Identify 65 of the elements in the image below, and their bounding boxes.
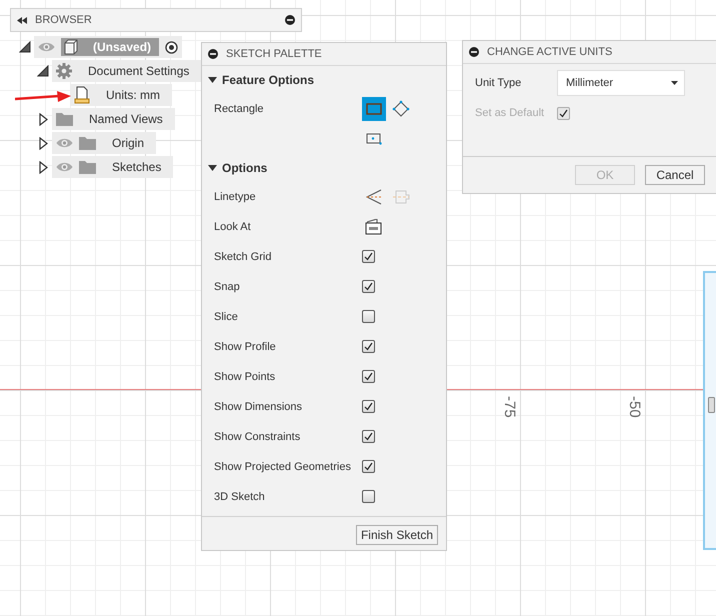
annotation-arrow <box>15 91 71 103</box>
gear-icon <box>56 63 72 79</box>
field-label: Set as Default <box>475 107 546 119</box>
construction-line-icon <box>365 189 383 205</box>
checkbox[interactable] <box>362 400 375 413</box>
option-label: Show Constraints <box>214 430 302 445</box>
checkbox[interactable] <box>362 310 375 323</box>
option-label: Look At <box>214 220 252 235</box>
folder-icon <box>79 160 96 174</box>
option-label: Snap <box>214 280 241 295</box>
tree-item[interactable]: Named Views <box>52 108 175 130</box>
checkbox[interactable] <box>362 340 375 353</box>
tree-item[interactable]: Units: mm <box>70 84 172 106</box>
two-point-rectangle-icon <box>366 103 382 115</box>
option-label: Slice <box>214 310 239 325</box>
radio-icon[interactable] <box>165 40 178 54</box>
option-label: Show Dimensions <box>214 400 304 415</box>
checkbox[interactable] <box>362 490 375 503</box>
option-label: Linetype <box>214 190 257 205</box>
cube-icon <box>63 39 79 55</box>
checkbox[interactable] <box>362 250 375 263</box>
option-label: Sketch Grid <box>214 250 272 265</box>
field-label: Unit Type <box>475 77 522 89</box>
option-label: 3D Sketch <box>214 490 266 505</box>
axis-label: -50 <box>626 396 643 418</box>
tree-item[interactable]: Origin <box>52 132 156 154</box>
double-left-arrow-icon[interactable] <box>17 16 27 24</box>
section-title[interactable]: Options <box>222 161 268 175</box>
checkbox[interactable] <box>362 370 375 383</box>
dimension-icon <box>708 397 715 413</box>
panel-title: SKETCH PALETTE <box>226 48 322 60</box>
collapse-icon[interactable] <box>469 47 479 57</box>
collapse-icon[interactable] <box>208 49 218 59</box>
diamond-icon <box>392 100 410 118</box>
browser-header: BROWSER <box>10 8 302 32</box>
collapsed-triangle-icon[interactable] <box>38 160 48 174</box>
dropdown-caret-icon <box>671 81 678 85</box>
dialog-title: CHANGE ACTIVE UNITS <box>487 46 612 58</box>
axis-label: -75 <box>501 396 518 418</box>
expanded-triangle-icon[interactable] <box>19 41 31 53</box>
document-ruler-icon <box>74 86 90 104</box>
option-label: Rectangle <box>214 102 265 117</box>
folder-icon <box>56 112 73 126</box>
three-point-rectangle-icon <box>366 133 382 145</box>
checkbox[interactable] <box>362 430 375 443</box>
option-label: Show Profile <box>214 340 277 355</box>
finish-sketch-button[interactable]: Finish Sketch <box>356 525 438 545</box>
collapsed-triangle-icon[interactable] <box>38 136 48 150</box>
tree-item[interactable]: Sketches <box>52 156 174 178</box>
option-label: Show Points <box>214 370 276 385</box>
unit-type-dropdown[interactable]: Millimeter <box>557 70 685 96</box>
folder-icon <box>79 136 96 150</box>
option-label: Show Projected Geometries <box>214 460 352 475</box>
dialog-button[interactable]: Cancel <box>645 165 705 185</box>
section-title[interactable]: Feature Options <box>222 73 314 87</box>
caret-down-icon[interactable] <box>208 165 217 171</box>
checkbox[interactable] <box>362 280 375 293</box>
collapsed-triangle-icon[interactable] <box>38 112 48 126</box>
centerline-icon <box>392 189 410 205</box>
tree-item[interactable]: Document Settings <box>52 60 202 82</box>
tool-button[interactable] <box>362 97 386 121</box>
checkbox[interactable] <box>362 460 375 473</box>
collapse-icon[interactable] <box>285 15 295 25</box>
caret-down-icon[interactable] <box>208 77 217 83</box>
expanded-triangle-icon[interactable] <box>37 65 49 77</box>
